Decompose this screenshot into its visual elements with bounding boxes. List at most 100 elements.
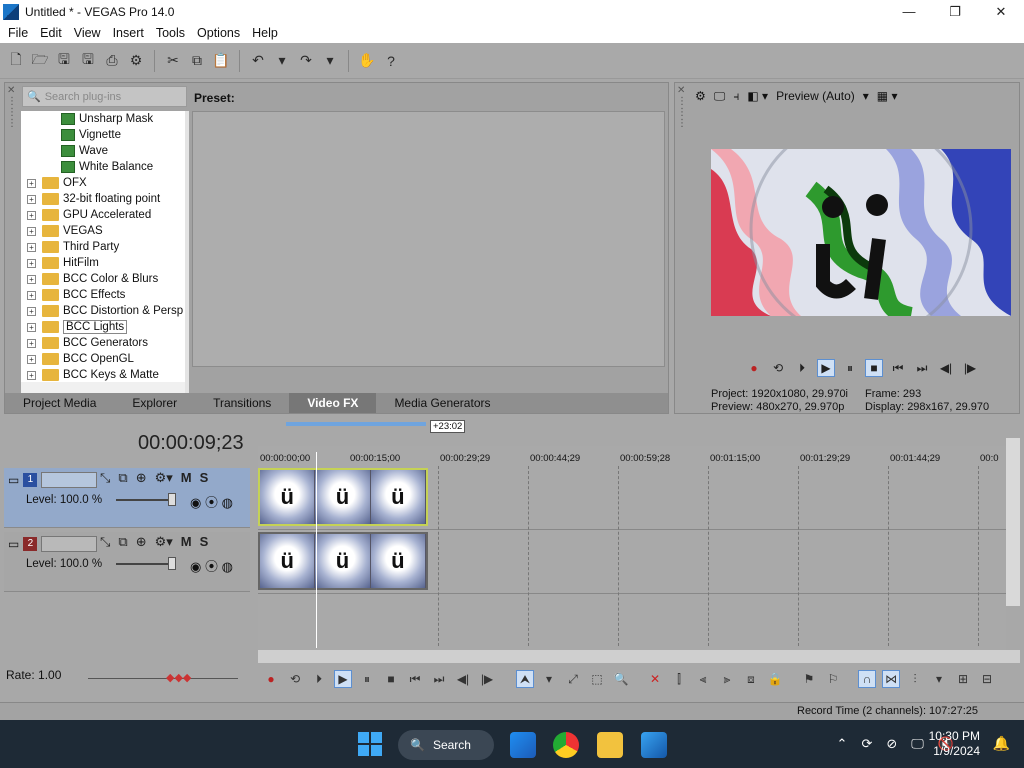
open-folder-icon[interactable]: 🗁 bbox=[30, 51, 50, 71]
loop-playback-icon[interactable]: ⟲ bbox=[286, 670, 304, 688]
track-2-lane[interactable]: ü ü ü bbox=[258, 532, 1006, 594]
render-icon[interactable]: ⎙ bbox=[102, 51, 122, 71]
external-monitor-icon[interactable]: 🖵 bbox=[714, 89, 726, 104]
play-icon[interactable]: ▶ bbox=[334, 670, 352, 688]
stop-icon[interactable]: ■ bbox=[865, 359, 883, 377]
video-clip[interactable]: ü ü ü bbox=[258, 468, 428, 526]
go-to-end-icon[interactable]: ⏭ bbox=[913, 359, 931, 377]
expand-plus-icon[interactable]: + bbox=[27, 258, 36, 268]
preview-quality-chevron-icon[interactable]: ▾ bbox=[863, 89, 869, 103]
overlay-dropdown-icon[interactable]: ◧ ▾ bbox=[747, 89, 768, 103]
auto-crossfade-icon[interactable]: ⋈ bbox=[882, 670, 900, 688]
track-fx-icon[interactable]: ⧉ bbox=[118, 470, 127, 486]
close-button[interactable]: ✕ bbox=[978, 0, 1024, 23]
next-frame-icon[interactable]: |▶ bbox=[478, 670, 496, 688]
next-frame-icon[interactable]: |▶ bbox=[961, 359, 979, 377]
plugin-tree-item[interactable]: + BCC Generators bbox=[21, 335, 185, 351]
expand-plus-icon[interactable]: + bbox=[27, 290, 36, 300]
track-minimize-icon[interactable]: ▭ bbox=[8, 537, 19, 551]
sync-icon[interactable]: ⟳ bbox=[861, 736, 872, 752]
menu-insert[interactable]: Insert bbox=[107, 26, 150, 40]
ignore-grouping-icon[interactable]: ⊟ bbox=[978, 670, 996, 688]
tool-dropdown-icon[interactable]: ▾ bbox=[540, 670, 558, 688]
level-slider[interactable] bbox=[116, 493, 176, 506]
selection-tool-icon[interactable]: ⬚ bbox=[588, 670, 606, 688]
display-icon[interactable]: 🖵 bbox=[911, 736, 924, 752]
video-track-2-header[interactable]: ▭ 2 ⤡ ⧉ ⊕ ⚙▾ M S Level: 100.0 % ◉ ⦿ ◍ bbox=[4, 532, 250, 592]
timeline-horizontal-scrollbar[interactable] bbox=[258, 650, 1020, 663]
plugin-tree-item[interactable]: + HitFilm bbox=[21, 255, 185, 271]
lock-envelopes-icon[interactable]: ⊞ bbox=[954, 670, 972, 688]
rate-slider[interactable]: ◆◆◆ bbox=[88, 672, 238, 684]
expand-plus-icon[interactable]: + bbox=[27, 194, 36, 204]
new-file-icon[interactable]: 🗋 bbox=[6, 51, 26, 71]
preview-close-icon[interactable]: ✕ ⋮ ⋮ ⋮ bbox=[677, 85, 687, 129]
stop-icon[interactable]: ■ bbox=[382, 670, 400, 688]
expand-plus-icon[interactable]: + bbox=[27, 274, 36, 284]
go-to-end-icon[interactable]: ⏭ bbox=[430, 670, 448, 688]
preview-properties-gear-icon[interactable]: ⚙ bbox=[695, 89, 706, 103]
split-icon[interactable]: ⧈ bbox=[742, 670, 760, 688]
composite-child-icon[interactable]: ◉ ⦿ ◍ bbox=[190, 556, 233, 575]
taskbar-search[interactable]: 🔍 Search bbox=[398, 730, 494, 760]
record-icon[interactable]: ● bbox=[262, 670, 280, 688]
taskbar-clock[interactable]: 10:30 PM 1/9/2024 bbox=[929, 729, 980, 759]
save-as-icon[interactable]: 🖫 bbox=[78, 51, 98, 71]
tab-explorer[interactable]: Explorer bbox=[114, 393, 195, 413]
video-track-1-header[interactable]: ▭ 1 ⤡ ⧉ ⊕ ⚙▾ M S Level: 100.0 % ◉ ⦿ ◍ bbox=[4, 468, 250, 528]
composite-child-icon[interactable]: ◉ ⦿ ◍ bbox=[190, 492, 233, 511]
file-explorer-icon[interactable] bbox=[597, 732, 623, 758]
ripple-edit-icon[interactable]: ⫶ bbox=[906, 670, 924, 688]
mute-button[interactable]: M bbox=[181, 534, 192, 550]
expand-plus-icon[interactable]: + bbox=[27, 306, 36, 316]
plugin-search-input[interactable]: 🔍 Search plug-ins bbox=[22, 86, 187, 107]
solo-button[interactable]: S bbox=[200, 534, 209, 550]
split-screen-icon[interactable]: ⫞ bbox=[733, 89, 739, 104]
plugin-tree-item[interactable]: + BCC Color & Blurs bbox=[21, 271, 185, 287]
expand-plus-icon[interactable]: + bbox=[27, 178, 36, 188]
plugin-tree-item[interactable]: +32-bit floating point bbox=[21, 191, 185, 207]
track-settings-gear-icon[interactable]: ⚙▾ bbox=[155, 534, 173, 550]
go-to-start-icon[interactable]: ⏮ bbox=[406, 670, 424, 688]
expand-plus-icon[interactable]: + bbox=[27, 354, 36, 364]
tab-video-fx[interactable]: Video FX bbox=[289, 393, 377, 413]
plugin-tree-item[interactable]: + BCC Keys & Matte bbox=[21, 367, 185, 383]
record-icon[interactable]: ● bbox=[745, 359, 763, 377]
track-1-lane[interactable]: ü ü ü bbox=[258, 468, 1006, 530]
timeline-area[interactable]: 00:00:00;00 00:00:15;00 00:00:29;29 00:0… bbox=[258, 446, 1006, 650]
preview-quality-dropdown[interactable]: Preview (Auto) bbox=[776, 89, 855, 103]
track-motion-icon[interactable]: ⤡ bbox=[100, 534, 110, 550]
compositing-mode-icon[interactable]: ⊕ bbox=[136, 534, 147, 550]
rate-slider-knob[interactable]: ◆◆◆ bbox=[166, 671, 191, 684]
plugin-tree-item[interactable]: + BCC Lights bbox=[21, 319, 185, 335]
vegas-taskbar-icon[interactable] bbox=[641, 732, 667, 758]
pause-icon[interactable]: ⏸ bbox=[841, 359, 859, 377]
menu-view[interactable]: View bbox=[68, 26, 107, 40]
tree-horizontal-scrollbar[interactable] bbox=[21, 382, 185, 393]
insert-region-icon[interactable]: ⚐ bbox=[824, 670, 842, 688]
pause-icon[interactable]: ⏸ bbox=[358, 670, 376, 688]
expand-plus-icon[interactable]: + bbox=[27, 322, 36, 332]
compositing-mode-icon[interactable]: ⊕ bbox=[136, 470, 147, 486]
plugin-tree-item[interactable]: + GPU Accelerated bbox=[21, 207, 185, 223]
menu-edit[interactable]: Edit bbox=[34, 26, 68, 40]
edit-tool-icon[interactable]: ✋ bbox=[357, 51, 377, 71]
timeline-vertical-scrollbar[interactable] bbox=[1006, 438, 1020, 606]
menu-options[interactable]: Options bbox=[191, 26, 246, 40]
mute-button[interactable]: M bbox=[181, 470, 192, 486]
solo-button[interactable]: S bbox=[200, 470, 209, 486]
properties-gear-icon[interactable]: ⚙ bbox=[126, 51, 146, 71]
preset-area[interactable] bbox=[192, 111, 665, 367]
expand-plus-icon[interactable]: + bbox=[27, 338, 36, 348]
plugin-tree-item[interactable]: Wave bbox=[21, 143, 185, 159]
network-icon[interactable]: ⊘ bbox=[886, 736, 897, 752]
expand-plus-icon[interactable]: + bbox=[27, 370, 36, 380]
insert-marker-icon[interactable]: ⚑ bbox=[800, 670, 818, 688]
notification-bell-icon[interactable]: 🔔 bbox=[993, 735, 1010, 752]
level-slider-knob[interactable] bbox=[168, 557, 176, 570]
menu-file[interactable]: File bbox=[2, 26, 34, 40]
menu-tools[interactable]: Tools bbox=[150, 26, 191, 40]
time-ruler[interactable]: 00:00:00;00 00:00:15;00 00:00:29;29 00:0… bbox=[258, 446, 1006, 466]
plugin-tree-item[interactable]: + BCC OpenGL bbox=[21, 351, 185, 367]
plugin-tree[interactable]: Unsharp Mask Vignette Wave White Balance + OF… bbox=[21, 111, 185, 393]
